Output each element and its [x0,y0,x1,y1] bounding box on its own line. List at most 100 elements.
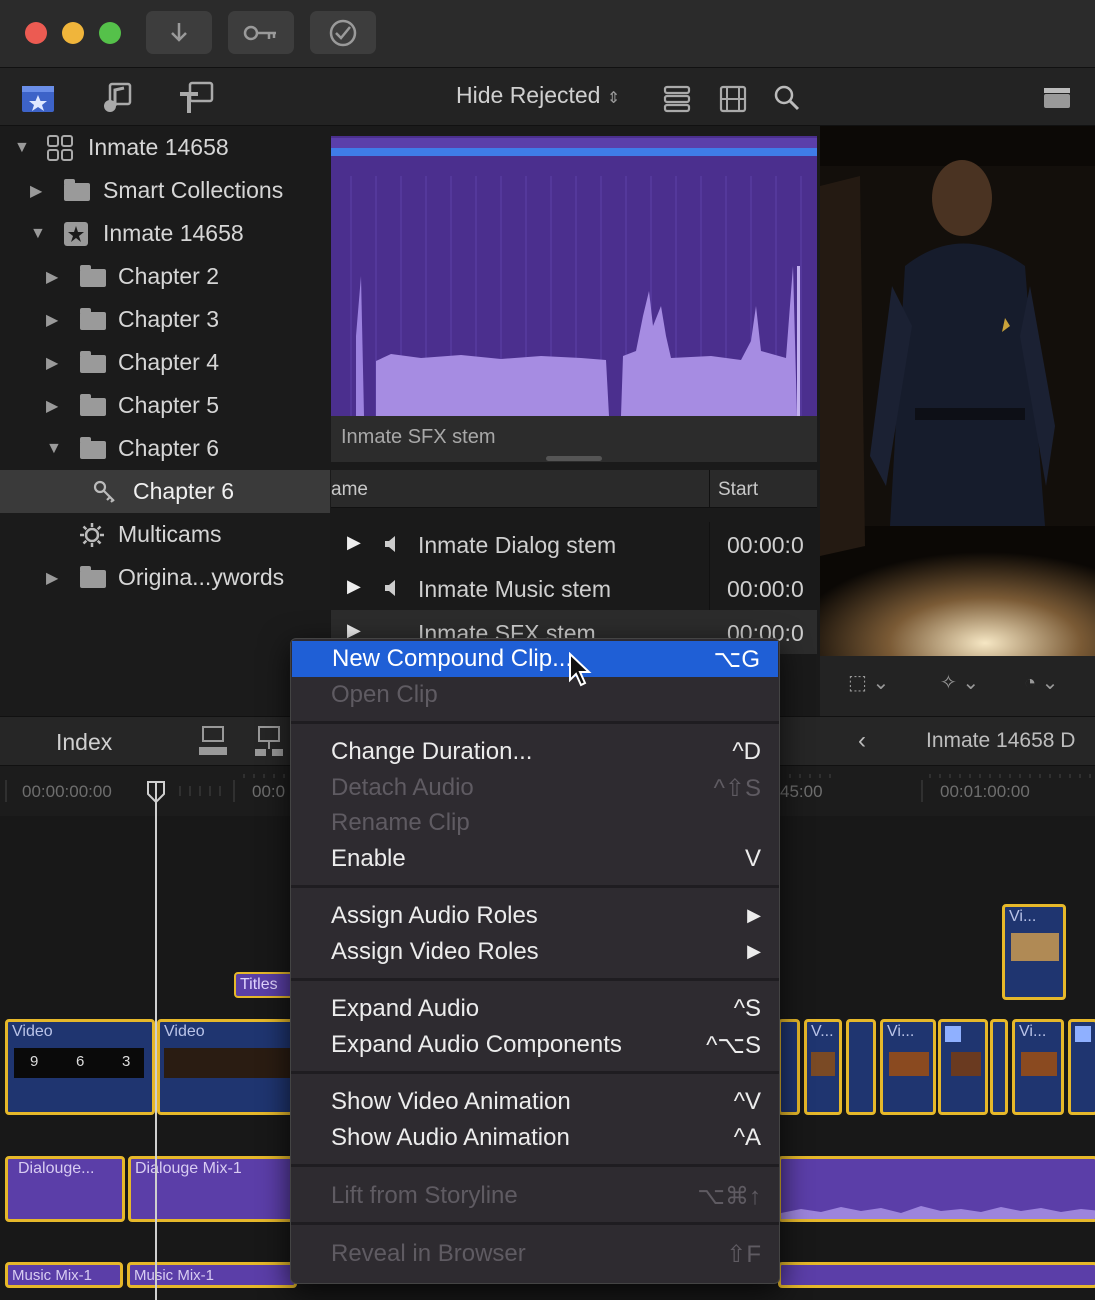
video-clip[interactable] [846,1019,876,1115]
video-clip[interactable]: Video [157,1019,297,1115]
menu-item-assign-audio-roles[interactable]: Assign Audio Roles ▶ [291,898,779,934]
video-clip[interactable]: Video 9 6 3 [5,1019,155,1115]
zoom-window-button[interactable] [99,22,121,44]
dialog-audio-clip[interactable]: Dialouge... [5,1156,125,1222]
music-audio-clip[interactable]: Music Mix-1 [5,1262,123,1288]
music-audio-clip[interactable] [778,1262,1095,1288]
menu-separator [291,1222,779,1225]
folder-icon [64,179,90,201]
list-view-button[interactable] [716,80,756,116]
sidebar-item-original-keywords[interactable]: ▶ Origina...ywords [0,556,330,599]
disclosure-triangle-icon[interactable]: ▼ [30,225,46,243]
music-audio-clip[interactable]: Music Mix-1 [127,1262,297,1288]
viewer-video-frame[interactable] [820,126,1095,656]
search-button[interactable] [770,80,810,116]
sidebar-item-chapter-5[interactable]: ▶ Chapter 5 [0,384,330,427]
disclosure-triangle-icon[interactable]: ▶ [46,267,58,287]
sidebar-item-label: Inmate 14658 [88,134,229,160]
menu-separator [291,721,779,724]
resize-handle[interactable] [546,456,602,461]
menu-separator [291,1164,779,1167]
import-button[interactable] [146,11,212,54]
disclosure-triangle-icon[interactable]: ▶ [46,568,58,588]
clip-thumbnail: 9 6 3 [14,1048,144,1078]
clip-appearance-button[interactable] [660,80,700,116]
sidebar-item-library[interactable]: ▼ Inmate 14658 [0,126,330,169]
keywords-button[interactable] [228,11,294,54]
titles-icon [180,81,214,113]
menu-item-open-clip[interactable]: Open Clip [291,677,779,713]
column-divider [709,566,710,610]
playhead[interactable] [155,782,157,1300]
dialog-audio-clip[interactable]: Dialouge Mix-1 [128,1156,298,1222]
libraries-button[interactable] [18,80,58,116]
titles-clip[interactable]: Titles [234,972,294,998]
list-item[interactable]: ▶ Inmate Music stem 00:00:0 [331,566,817,610]
video-clip[interactable] [1068,1019,1095,1115]
disclosure-triangle-icon[interactable]: ▶ [46,396,58,416]
menu-item-expand-audio[interactable]: Expand Audio ^S [291,991,779,1027]
close-window-button[interactable] [25,22,47,44]
connected-video-clip[interactable]: Vi... [1002,904,1066,1000]
viewer-options-button[interactable] [1040,80,1080,116]
sidebar-item-chapter-3[interactable]: ▶ Chapter 3 [0,298,330,341]
disclosure-triangle-icon[interactable]: ▶ [46,353,58,373]
video-clip[interactable] [938,1019,988,1115]
disclosure-triangle-icon[interactable]: ▶ [30,181,42,201]
list-item-start: 00:00:0 [727,576,804,602]
context-menu: New Compound Clip... ⌥G Open Clip Change… [290,638,780,1284]
sidebar-item-multicams[interactable]: Multicams [0,513,330,556]
menu-item-expand-audio-components[interactable]: Expand Audio Components ^⌥S [291,1027,779,1063]
history-back-icon[interactable]: ‹ [858,727,866,755]
grid-icon [1075,1026,1091,1042]
menu-item-lift-from-storyline[interactable]: Lift from Storyline ⌥⌘↑ [291,1178,779,1214]
menu-separator [291,1071,779,1074]
disclosure-triangle-icon[interactable]: ▶ [46,310,58,330]
column-header-start[interactable]: Start [718,479,758,501]
titles-generators-button[interactable] [176,80,216,116]
menu-item-new-compound-clip[interactable]: New Compound Clip... ⌥G [292,641,778,677]
menu-item-show-audio-animation[interactable]: Show Audio Animation ^A [291,1120,779,1156]
append-clip-icon[interactable] [196,723,230,759]
menu-item-show-video-animation[interactable]: Show Video Animation ^V [291,1084,779,1120]
sidebar-item-label: Chapter 3 [118,306,220,332]
column-header-name[interactable]: ame [331,479,368,501]
video-clip[interactable] [990,1019,1008,1115]
list-item-name: Inmate Music stem [418,576,611,602]
sidebar-item-chapter-2[interactable]: ▶ Chapter 2 [0,255,330,298]
browser-toolbar: Hide Rejected ⇕ [0,68,1095,126]
play-triangle-icon[interactable]: ▶ [347,532,361,553]
transform-menu-button[interactable]: ⬚ ⌄ [848,670,908,700]
list-item[interactable]: ▶ Inmate Dialog stem 00:00:0 [331,522,817,566]
dialog-audio-clip[interactable] [778,1156,1095,1222]
menu-item-detach-audio[interactable]: Detach Audio ^⇧S [291,770,779,806]
background-tasks-button[interactable] [310,11,376,54]
sidebar-item-chapter-4[interactable]: ▶ Chapter 4 [0,341,330,384]
sidebar-item-smart-collections[interactable]: ▶ Smart Collections [0,169,330,212]
play-triangle-icon[interactable]: ▶ [347,576,361,597]
retime-menu-button[interactable]: ◔ ⌄ [1024,670,1084,700]
photos-audio-button[interactable] [98,80,138,116]
clip-filter-popup[interactable]: Hide Rejected ⇕ [456,82,620,109]
video-clip[interactable] [778,1019,800,1115]
clip-filmstrip[interactable] [331,136,817,416]
enhance-menu-button[interactable]: ✧ ⌄ [940,670,1000,700]
menu-item-reveal-in-browser[interactable]: Reveal in Browser ⇧F [291,1236,779,1272]
minimize-window-button[interactable] [62,22,84,44]
folder-icon [80,437,106,459]
video-clip[interactable]: Vi... [880,1019,936,1115]
insert-clip-icon[interactable] [252,723,286,759]
disclosure-triangle-icon[interactable]: ▼ [14,139,30,157]
video-clip[interactable]: V... [804,1019,842,1115]
sidebar-item-keyword-chapter-6[interactable]: Chapter 6 [0,470,330,513]
sidebar-item-chapter-6[interactable]: ▼ Chapter 6 [0,427,330,470]
menu-item-rename-clip[interactable]: Rename Clip [291,805,779,841]
playhead-handle[interactable] [146,780,166,804]
menu-item-enable[interactable]: Enable V [291,841,779,877]
disclosure-triangle-icon[interactable]: ▼ [46,440,62,458]
menu-item-change-duration[interactable]: Change Duration... ^D [291,734,779,770]
timeline-index-button[interactable]: Index [56,729,112,756]
sidebar-item-event[interactable]: ▼ Inmate 14658 [0,212,330,255]
menu-item-assign-video-roles[interactable]: Assign Video Roles ▶ [291,934,779,970]
video-clip[interactable]: Vi... [1012,1019,1064,1115]
